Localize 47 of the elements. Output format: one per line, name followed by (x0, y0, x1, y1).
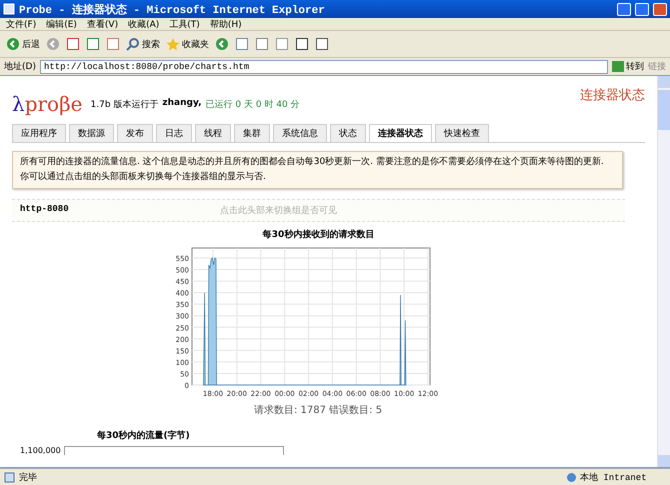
nav-tab[interactable]: 快速检查 (435, 124, 489, 142)
close-button[interactable] (653, 2, 667, 16)
maximize-button[interactable] (635, 2, 649, 16)
page-icon (4, 472, 15, 482)
version-text: 1.7b 版本运行于 (90, 98, 158, 111)
star-icon[interactable] (166, 37, 180, 51)
menu-item[interactable]: 帮助(H) (210, 18, 242, 30)
nav-tab[interactable]: 系统信息 (273, 124, 327, 142)
nav-tab[interactable]: 状态 (330, 124, 366, 142)
nav-tab[interactable]: 日志 (156, 124, 192, 142)
menu-item[interactable]: 查看(V) (86, 18, 118, 30)
address-field[interactable]: http://localhost:8080/probe/charts.htm (40, 60, 608, 74)
nav-tab[interactable]: 数据源 (69, 124, 114, 142)
group-header[interactable]: http-8080 点击此头部来切换组是否可见 (12, 199, 625, 222)
chart-title: 每30秒内的流量(字节) (97, 429, 191, 442)
menu-item[interactable]: 编辑(E) (46, 18, 77, 30)
info-text: 所有可用的连接器的流量信息. 这个信息是动态的并且所有的图都会自动每30秒更新一次. 需要注意的是你不需要必须停在这个页面来等待图的更新. 你可以通过点击组的头部面板来切换每个连接器组的显示与否. (12, 151, 623, 189)
group-hint: 点击此头部来切换组是否可见 (220, 204, 337, 217)
group-name: http-8080 (20, 204, 70, 216)
go-button[interactable]: 转到 (612, 60, 644, 73)
menu-item[interactable]: 文件(F) (6, 18, 36, 30)
probe-logo: λproβe (12, 94, 82, 114)
menu-item[interactable]: 工具(T) (169, 18, 200, 30)
chart-title: 每30秒内接收到的请求数目 (262, 228, 376, 241)
back-button[interactable]: 后退 (6, 37, 40, 51)
network-icon (566, 472, 577, 482)
nav-tab[interactable]: 集群 (234, 124, 270, 142)
scrollbar-thumb[interactable] (658, 90, 670, 130)
address-label: 地址(D) (4, 60, 36, 73)
search-icon[interactable] (126, 37, 140, 51)
page-heading: 连接器状态 (580, 87, 645, 104)
nav-tab[interactable]: 线程 (195, 124, 231, 142)
window-title: Probe - 连接器状态 - Microsoft Internet Explorer (19, 2, 326, 16)
y-tick-label: 1,100,000 (20, 446, 61, 455)
status-text: 完毕 (19, 472, 37, 484)
request-summary: 请求数目: 1787 错误数目: 5 (254, 404, 384, 417)
favorites-button[interactable]: 收藏夹 (166, 37, 209, 51)
nav-tab[interactable]: 发布 (117, 124, 153, 142)
browser-icon (3, 3, 15, 15)
user-name: zhangy, (162, 98, 202, 110)
nav-tab[interactable]: 应用程序 (12, 124, 66, 142)
minimize-button[interactable] (617, 2, 631, 16)
nav-tab[interactable]: 连接器状态 (369, 124, 432, 142)
search-button[interactable]: 搜索 (126, 37, 160, 51)
uptime-text: 已运行 0 天 0 时 40 分 (206, 98, 300, 111)
zone-text: 本地 Intranet (580, 472, 647, 484)
menu-item[interactable]: 收藏(A) (128, 18, 160, 30)
